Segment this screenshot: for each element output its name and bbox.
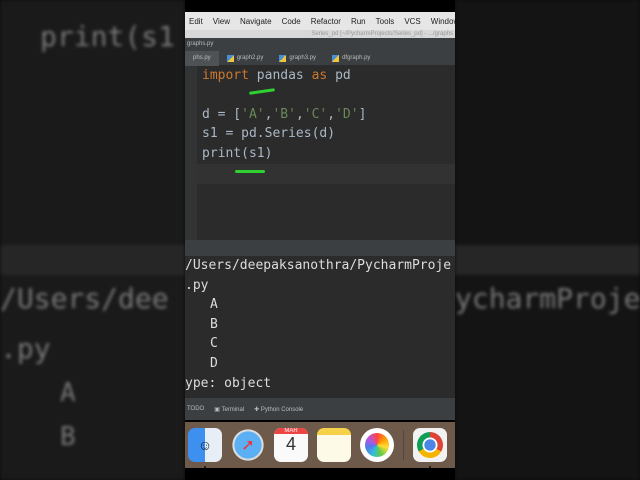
- python-console-button[interactable]: ✚ Python Console: [254, 406, 303, 413]
- bg-text: ycharmProje: [455, 282, 640, 315]
- menu-vcs[interactable]: VCS: [404, 17, 420, 26]
- blurred-background-left: print(s1 /Users/dee .py A B: [0, 0, 185, 480]
- bg-text: .py: [0, 332, 51, 365]
- output-row: D: [210, 356, 218, 371]
- window-title: Series_pd [~/PycharmProjects/Series_pd] …: [185, 30, 455, 38]
- dock-divider: [403, 430, 404, 460]
- output-text: .py: [185, 278, 209, 293]
- todo-button[interactable]: TODO: [187, 406, 204, 412]
- run-output: /Users/deepaksanothra/PycharmProje .py A…: [185, 256, 455, 398]
- editor-tabs: phs.py graph2.py graph3.py dfgraph.py: [185, 50, 455, 66]
- pycharm-window: Edit View Navigate Code Refactor Run Too…: [185, 0, 455, 480]
- bg-text: print(s1: [40, 20, 175, 53]
- menu-view[interactable]: View: [213, 17, 230, 26]
- menu-code[interactable]: Code: [282, 17, 301, 26]
- bg-text: A: [60, 378, 76, 408]
- output-row: A: [210, 297, 218, 312]
- terminal-label: Terminal: [221, 406, 245, 413]
- photos-icon[interactable]: [360, 428, 394, 462]
- code-line: d = ['A','B','C','D']: [202, 107, 367, 122]
- tab-graph2[interactable]: graph2.py: [219, 51, 272, 66]
- calendar-day: 4: [285, 434, 296, 454]
- safari-icon[interactable]: ➚: [231, 428, 265, 462]
- tab-dfgraph[interactable]: dfgraph.py: [324, 51, 378, 66]
- tab-graph3[interactable]: graph3.py: [271, 51, 324, 66]
- gutter: [185, 66, 197, 240]
- output-path: /Users/deepaksanothra/PycharmProje: [185, 258, 452, 273]
- bg-text: /Users/dee: [0, 282, 169, 315]
- code-line: print(s1): [202, 146, 273, 161]
- code-line: import pandas as pd: [202, 68, 351, 83]
- blurred-background-right: ycharmProje: [455, 0, 640, 480]
- tab-label: graph3.py: [289, 55, 317, 61]
- python-file-icon: [226, 54, 234, 62]
- menu-refactor[interactable]: Refactor: [311, 17, 341, 26]
- tab-label: graph2.py: [236, 55, 264, 61]
- chrome-icon[interactable]: [413, 428, 447, 468]
- bg-text: B: [60, 422, 76, 452]
- calendar-icon[interactable]: MAR 4: [274, 428, 308, 462]
- finder-icon[interactable]: ☺: [188, 428, 222, 468]
- run-panel-header: [185, 240, 455, 256]
- output-row: B: [210, 317, 218, 332]
- menu-run[interactable]: Run: [351, 17, 366, 26]
- current-line-highlight: [197, 164, 455, 184]
- terminal-button[interactable]: ▣ Terminal: [214, 406, 244, 413]
- menu-edit[interactable]: Edit: [189, 17, 203, 26]
- python-file-icon: [332, 54, 340, 62]
- tab-label: dfgraph.py: [342, 55, 371, 61]
- code-line: s1 = pd.Series(d): [202, 126, 336, 141]
- python-console-label: Python Console: [260, 406, 304, 413]
- menu-bar: Edit View Navigate Code Refactor Run Too…: [185, 12, 455, 30]
- tool-window-bar: TODO ▣ Terminal ✚ Python Console: [185, 398, 455, 420]
- menu-tools[interactable]: Tools: [376, 17, 395, 26]
- menu-navigate[interactable]: Navigate: [240, 17, 272, 26]
- output-dtype: ype: object: [185, 376, 272, 391]
- annotation-underline: [235, 170, 265, 173]
- macos-dock: ☺ ➚ MAR 4: [185, 422, 455, 468]
- tab-label: phs.py: [193, 55, 211, 61]
- menu-window[interactable]: Window: [431, 17, 455, 26]
- tab-graphs[interactable]: phs.py: [185, 50, 219, 66]
- output-row: C: [210, 336, 218, 351]
- python-file-icon: [279, 54, 287, 62]
- notes-icon[interactable]: [317, 428, 351, 462]
- breadcrumb[interactable]: graphs.py: [185, 38, 455, 51]
- code-editor[interactable]: import pandas as pd d = ['A','B','C','D'…: [185, 66, 455, 240]
- annotation-underline: [248, 88, 276, 95]
